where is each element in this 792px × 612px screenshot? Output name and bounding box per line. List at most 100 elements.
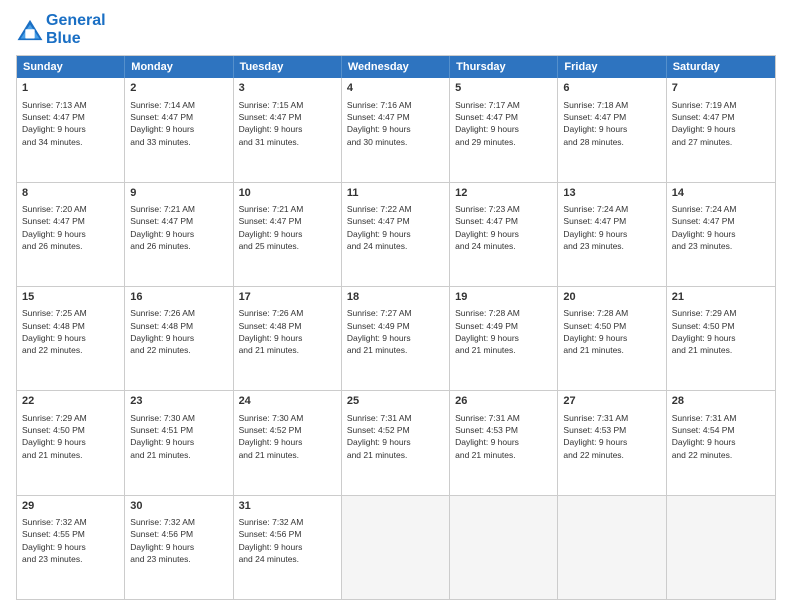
day-info: Sunrise: 7:31 AM Sunset: 4:53 PM Dayligh… <box>455 412 552 461</box>
day-info: Sunrise: 7:17 AM Sunset: 4:47 PM Dayligh… <box>455 99 552 148</box>
day-number: 20 <box>563 290 660 305</box>
calendar-cell: 19Sunrise: 7:28 AM Sunset: 4:49 PM Dayli… <box>450 287 558 390</box>
day-info: Sunrise: 7:28 AM Sunset: 4:50 PM Dayligh… <box>563 307 660 356</box>
calendar-body: 1Sunrise: 7:13 AM Sunset: 4:47 PM Daylig… <box>17 78 775 599</box>
day-number: 13 <box>563 186 660 201</box>
day-info: Sunrise: 7:23 AM Sunset: 4:47 PM Dayligh… <box>455 203 552 252</box>
day-info: Sunrise: 7:32 AM Sunset: 4:56 PM Dayligh… <box>239 516 336 565</box>
day-number: 18 <box>347 290 444 305</box>
day-number: 29 <box>22 499 119 514</box>
day-info: Sunrise: 7:29 AM Sunset: 4:50 PM Dayligh… <box>672 307 770 356</box>
day-number: 22 <box>22 394 119 409</box>
calendar-cell: 23 Sunrise: 7:30 AM Sunset: 4:51 PM Dayli… <box>125 391 233 494</box>
day-info: Sunrise: 7:18 AM Sunset: 4:47 PM Dayligh… <box>563 99 660 148</box>
calendar-cell: 8 Sunrise: 7:20 AM Sunset: 4:47 PM Daylig… <box>17 183 125 286</box>
calendar-cell: 29 Sunrise: 7:32 AM Sunset: 4:55 PM Dayli… <box>17 496 125 599</box>
day-info: Sunrise: 7:20 AM Sunset: 4:47 PM Dayligh… <box>22 203 119 252</box>
day-number: 23 <box>130 394 227 409</box>
day-number: 8 <box>22 186 119 201</box>
calendar-cell <box>667 496 775 599</box>
calendar-cell: 10 Sunrise: 7:21 AM Sunset: 4:47 PM Dayli… <box>234 183 342 286</box>
day-number: 12 <box>455 186 552 201</box>
day-number: 7 <box>672 81 770 96</box>
cal-header-cell: Tuesday <box>234 56 342 78</box>
calendar-cell: 26 Sunrise: 7:31 AM Sunset: 4:53 PM Dayli… <box>450 391 558 494</box>
day-info: Sunrise: 7:16 AM Sunset: 4:47 PM Dayligh… <box>347 99 444 148</box>
day-info: Sunrise: 7:14 AM Sunset: 4:47 PM Dayligh… <box>130 99 227 148</box>
calendar-cell: 2 Sunrise: 7:14 AM Sunset: 4:47 PM Daylig… <box>125 78 233 181</box>
day-info: Sunrise: 7:24 AM Sunset: 4:47 PM Dayligh… <box>672 203 770 252</box>
day-number: 26 <box>455 394 552 409</box>
calendar-cell: 28Sunrise: 7:31 AM Sunset: 4:54 PM Dayli… <box>667 391 775 494</box>
calendar-cell <box>342 496 450 599</box>
day-info: Sunrise: 7:26 AM Sunset: 4:48 PM Dayligh… <box>239 307 336 356</box>
day-number: 3 <box>239 81 336 96</box>
day-info: Sunrise: 7:15 AM Sunset: 4:47 PM Dayligh… <box>239 99 336 148</box>
calendar-cell: 5 Sunrise: 7:17 AM Sunset: 4:47 PM Daylig… <box>450 78 558 181</box>
calendar-cell: 27 Sunrise: 7:31 AM Sunset: 4:53 PM Dayli… <box>558 391 666 494</box>
calendar-cell: 30 Sunrise: 7:32 AM Sunset: 4:56 PM Dayli… <box>125 496 233 599</box>
day-number: 31 <box>239 499 336 514</box>
calendar-cell: 20 Sunrise: 7:28 AM Sunset: 4:50 PM Dayli… <box>558 287 666 390</box>
calendar-row: 8 Sunrise: 7:20 AM Sunset: 4:47 PM Daylig… <box>17 182 775 286</box>
calendar-cell <box>558 496 666 599</box>
calendar-cell <box>450 496 558 599</box>
logo-text: General Blue <box>46 12 106 47</box>
day-number: 30 <box>130 499 227 514</box>
calendar-cell: 21 Sunrise: 7:29 AM Sunset: 4:50 PM Dayli… <box>667 287 775 390</box>
calendar-cell: 9Sunrise: 7:21 AM Sunset: 4:47 PM Daylig… <box>125 183 233 286</box>
day-info: Sunrise: 7:24 AM Sunset: 4:47 PM Dayligh… <box>563 203 660 252</box>
day-number: 27 <box>563 394 660 409</box>
calendar-row: 1Sunrise: 7:13 AM Sunset: 4:47 PM Daylig… <box>17 78 775 181</box>
calendar-row: 15Sunrise: 7:25 AM Sunset: 4:48 PM Dayli… <box>17 286 775 390</box>
day-info: Sunrise: 7:29 AM Sunset: 4:50 PM Dayligh… <box>22 412 119 461</box>
day-number: 5 <box>455 81 552 96</box>
logo-icon <box>16 18 44 42</box>
day-info: Sunrise: 7:30 AM Sunset: 4:51 PM Dayligh… <box>130 412 227 461</box>
day-info: Sunrise: 7:21 AM Sunset: 4:47 PM Dayligh… <box>239 203 336 252</box>
day-number: 4 <box>347 81 444 96</box>
day-number: 25 <box>347 394 444 409</box>
day-number: 28 <box>672 394 770 409</box>
logo: General Blue <box>16 12 106 47</box>
page: General Blue SundayMondayTuesdayWednesda… <box>0 0 792 612</box>
day-number: 21 <box>672 290 770 305</box>
day-info: Sunrise: 7:32 AM Sunset: 4:55 PM Dayligh… <box>22 516 119 565</box>
day-number: 15 <box>22 290 119 305</box>
calendar-cell: 31 Sunrise: 7:32 AM Sunset: 4:56 PM Dayli… <box>234 496 342 599</box>
day-info: Sunrise: 7:19 AM Sunset: 4:47 PM Dayligh… <box>672 99 770 148</box>
day-info: Sunrise: 7:31 AM Sunset: 4:53 PM Dayligh… <box>563 412 660 461</box>
cal-header-cell: Saturday <box>667 56 775 78</box>
calendar-cell: 16 Sunrise: 7:26 AM Sunset: 4:48 PM Dayli… <box>125 287 233 390</box>
day-info: Sunrise: 7:22 AM Sunset: 4:47 PM Dayligh… <box>347 203 444 252</box>
day-info: Sunrise: 7:28 AM Sunset: 4:49 PM Dayligh… <box>455 307 552 356</box>
calendar-cell: 24 Sunrise: 7:30 AM Sunset: 4:52 PM Dayli… <box>234 391 342 494</box>
calendar-row: 29 Sunrise: 7:32 AM Sunset: 4:55 PM Dayli… <box>17 495 775 599</box>
calendar-cell: 15Sunrise: 7:25 AM Sunset: 4:48 PM Dayli… <box>17 287 125 390</box>
day-number: 24 <box>239 394 336 409</box>
calendar-cell: 1Sunrise: 7:13 AM Sunset: 4:47 PM Daylig… <box>17 78 125 181</box>
calendar-cell: 14Sunrise: 7:24 AM Sunset: 4:47 PM Dayli… <box>667 183 775 286</box>
calendar-cell: 3 Sunrise: 7:15 AM Sunset: 4:47 PM Daylig… <box>234 78 342 181</box>
calendar-cell: 18Sunrise: 7:27 AM Sunset: 4:49 PM Dayli… <box>342 287 450 390</box>
calendar-cell: 4 Sunrise: 7:16 AM Sunset: 4:47 PM Daylig… <box>342 78 450 181</box>
day-number: 16 <box>130 290 227 305</box>
day-info: Sunrise: 7:26 AM Sunset: 4:48 PM Dayligh… <box>130 307 227 356</box>
day-number: 11 <box>347 186 444 201</box>
cal-header-cell: Thursday <box>450 56 558 78</box>
calendar-cell: 7 Sunrise: 7:19 AM Sunset: 4:47 PM Daylig… <box>667 78 775 181</box>
day-info: Sunrise: 7:13 AM Sunset: 4:47 PM Dayligh… <box>22 99 119 148</box>
day-info: Sunrise: 7:31 AM Sunset: 4:52 PM Dayligh… <box>347 412 444 461</box>
day-number: 6 <box>563 81 660 96</box>
header: General Blue <box>16 12 776 47</box>
cal-header-cell: Wednesday <box>342 56 450 78</box>
day-info: Sunrise: 7:32 AM Sunset: 4:56 PM Dayligh… <box>130 516 227 565</box>
calendar-cell: 12 Sunrise: 7:23 AM Sunset: 4:47 PM Dayli… <box>450 183 558 286</box>
day-number: 10 <box>239 186 336 201</box>
day-info: Sunrise: 7:30 AM Sunset: 4:52 PM Dayligh… <box>239 412 336 461</box>
day-number: 9 <box>130 186 227 201</box>
calendar-cell: 13 Sunrise: 7:24 AM Sunset: 4:47 PM Dayli… <box>558 183 666 286</box>
calendar-cell: 6 Sunrise: 7:18 AM Sunset: 4:47 PM Daylig… <box>558 78 666 181</box>
cal-header-cell: Friday <box>558 56 666 78</box>
day-number: 2 <box>130 81 227 96</box>
